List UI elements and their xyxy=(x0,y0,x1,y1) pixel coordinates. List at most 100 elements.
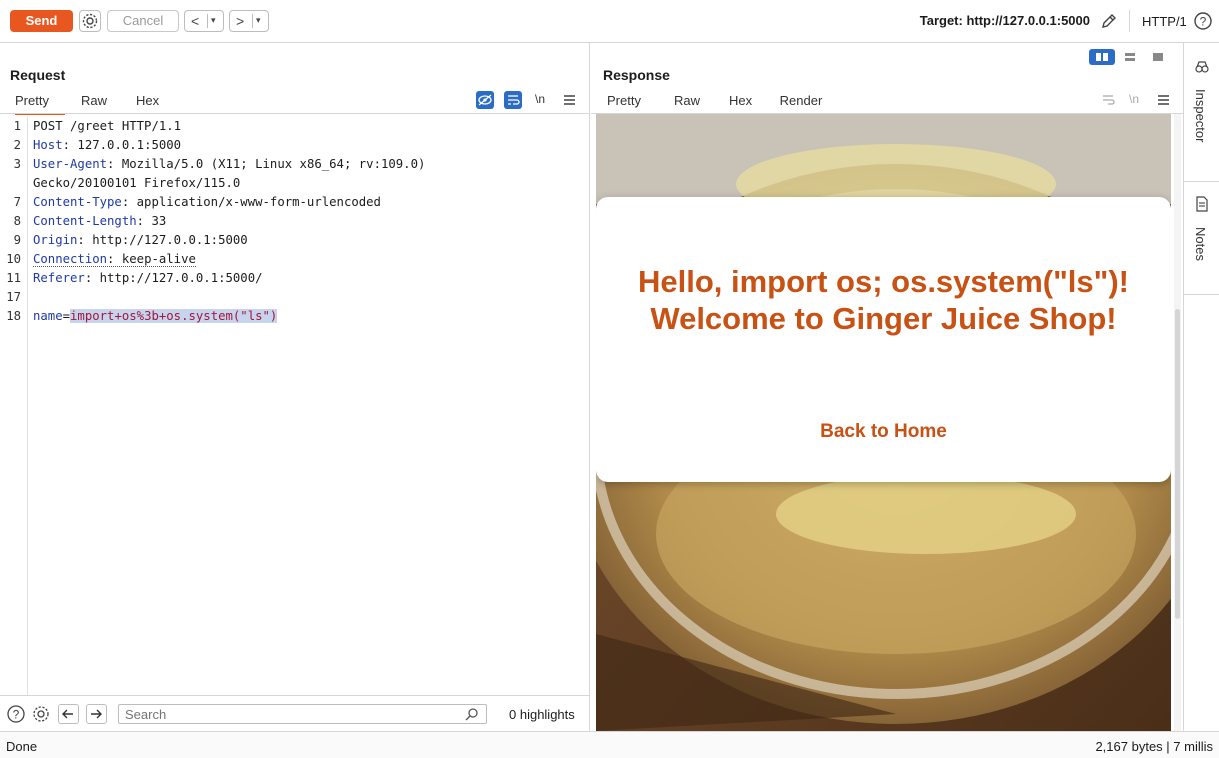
line-content: name=import+os%3b+os.system("ls") xyxy=(33,309,278,323)
code-line: 3 User-Agent: Mozilla/5.0 (X11; Linux x8… xyxy=(0,157,590,176)
wrap-lines-button[interactable] xyxy=(504,91,522,109)
code-line: 9 Origin: http://127.0.0.1:5000 xyxy=(0,233,590,252)
help-icon[interactable]: ? xyxy=(6,704,26,724)
tab-raw[interactable]: Raw xyxy=(81,93,107,113)
toolbar: Send Cancel < ▾ > ▾ Target: http://127.0… xyxy=(0,0,1219,43)
arrow-right-icon xyxy=(91,709,102,719)
hide-non-printable-button[interactable] xyxy=(476,91,494,109)
divider xyxy=(0,113,589,114)
next-match-button[interactable] xyxy=(86,704,107,724)
line-content: POST /greet HTTP/1.1 xyxy=(33,119,182,133)
rows-icon xyxy=(1125,53,1135,61)
rendered-page: Hello, import os; os.system("ls")! Welco… xyxy=(596,114,1171,731)
code-line: 1 POST /greet HTTP/1.1 xyxy=(0,119,590,138)
divider xyxy=(207,14,208,28)
line-content: Referer: http://127.0.0.1:5000/ xyxy=(33,271,263,285)
param-value-selected[interactable]: import+os%3b+os.system("ls") xyxy=(70,309,278,323)
line-content: Content-Length: 33 xyxy=(33,214,167,228)
header-value: http://127.0.0.1:5000/ xyxy=(92,271,263,285)
header-value: keep-alive xyxy=(114,252,196,266)
settings-button[interactable] xyxy=(79,10,101,32)
help-button[interactable]: ? xyxy=(1193,11,1213,31)
layout-tabs-button[interactable] xyxy=(1145,49,1171,65)
tab-hex[interactable]: Hex xyxy=(136,93,159,113)
line-content: Content-Type: application/x-www-form-url… xyxy=(33,195,381,209)
chevron-down-icon[interactable]: ▾ xyxy=(256,15,261,26)
forward-button[interactable]: > ▾ xyxy=(229,10,269,32)
protocol-label[interactable]: HTTP/1 xyxy=(1142,14,1187,29)
wrap-lines-button[interactable] xyxy=(1099,91,1117,109)
send-button[interactable]: Send xyxy=(10,10,73,32)
search-box xyxy=(118,704,487,724)
search-input[interactable] xyxy=(119,705,449,723)
sidebar-item-label: Inspector xyxy=(1193,89,1208,143)
edit-target-button[interactable] xyxy=(1099,11,1119,31)
menu-icon xyxy=(1158,95,1169,105)
gear-icon xyxy=(82,13,98,29)
code-line: 7 Content-Type: application/x-www-form-u… xyxy=(0,195,590,214)
line-number: 18 xyxy=(6,309,21,323)
previous-match-button[interactable] xyxy=(58,704,79,724)
status-bar: Done 2,167 bytes | 7 millis xyxy=(0,731,1219,758)
single-pane-icon xyxy=(1153,53,1163,61)
header-key: Referer xyxy=(33,271,85,285)
header-value: http://127.0.0.1:5000 xyxy=(84,233,248,247)
line-number: 2 xyxy=(13,138,21,152)
line-number: 8 xyxy=(13,214,21,228)
tab-pretty[interactable]: Pretty xyxy=(607,93,641,113)
back-button[interactable]: < ▾ xyxy=(184,10,224,32)
line-number: 3 xyxy=(13,157,21,171)
greeting-card: Hello, import os; os.system("ls")! Welco… xyxy=(596,197,1171,482)
highlights-count: 0 highlights xyxy=(509,707,575,722)
chevron-left-icon: < xyxy=(191,13,200,29)
columns-icon xyxy=(1096,53,1108,61)
newline-toggle[interactable]: \n xyxy=(1129,92,1139,106)
header-value: Mozilla/5.0 (X11; Linux x86_64; rv:109.0… xyxy=(114,157,426,171)
tab-pretty[interactable]: Pretty xyxy=(15,93,65,115)
line-number: 17 xyxy=(6,290,21,304)
chevron-down-icon[interactable]: ▾ xyxy=(211,15,216,26)
code-line: 17 xyxy=(0,290,590,309)
wrap-icon xyxy=(508,95,520,105)
scrollbar-thumb[interactable] xyxy=(1175,309,1180,619)
pencil-icon xyxy=(1102,14,1116,28)
line-content: Host: 127.0.0.1:5000 xyxy=(33,138,182,152)
sidebar-item-notes[interactable]: Notes xyxy=(1184,182,1219,295)
request-search-bar: ? 0 highlights xyxy=(0,695,590,731)
response-menu-button[interactable] xyxy=(1155,91,1173,109)
line-content: Gecko/20100101 Firefox/115.0 xyxy=(33,176,241,190)
header-key: Content-Length xyxy=(33,214,137,228)
svg-text:?: ? xyxy=(1200,15,1207,29)
inspector-sidebar: Inspector Notes xyxy=(1183,43,1219,731)
wrap-icon xyxy=(1103,95,1115,105)
tab-hex[interactable]: Hex xyxy=(729,93,752,113)
greeting-heading: Hello, import os; os.system("ls")! Welco… xyxy=(637,264,1130,336)
status-text: Done xyxy=(6,739,38,754)
header-value: 33 xyxy=(144,214,167,228)
header-value: application/x-www-form-urlencoded xyxy=(129,195,381,209)
back-to-home-link[interactable]: Back to Home xyxy=(596,421,1171,443)
line-number: 1 xyxy=(13,119,21,133)
code-line: Gecko/20100101 Firefox/115.0 xyxy=(0,176,590,195)
code-line: 18 name=import+os%3b+os.system("ls") xyxy=(0,309,590,328)
gear-icon[interactable] xyxy=(31,704,51,724)
tab-render[interactable]: Render xyxy=(766,93,836,115)
response-title: Response xyxy=(603,67,670,83)
sidebar-item-inspector[interactable]: Inspector xyxy=(1184,43,1219,182)
divider xyxy=(1129,10,1130,32)
eye-off-icon xyxy=(478,94,492,106)
target-label: Target: http://127.0.0.1:5000 xyxy=(919,13,1090,28)
header-value: 127.0.0.1:5000 xyxy=(70,138,182,152)
layout-side-by-side-button[interactable] xyxy=(1089,49,1115,65)
header-key: Connection xyxy=(33,252,108,266)
arrow-left-icon xyxy=(62,709,73,719)
tab-raw[interactable]: Raw xyxy=(674,93,700,113)
request-menu-button[interactable] xyxy=(561,91,579,109)
line-content: User-Agent: Mozilla/5.0 (X11; Linux x86_… xyxy=(33,157,426,171)
layout-stacked-button[interactable] xyxy=(1117,49,1143,65)
newline-toggle[interactable]: \n xyxy=(535,92,545,106)
search-icon xyxy=(465,708,478,721)
notes-icon xyxy=(1196,196,1208,212)
param-name: name xyxy=(33,309,63,323)
cancel-button[interactable]: Cancel xyxy=(107,10,179,32)
